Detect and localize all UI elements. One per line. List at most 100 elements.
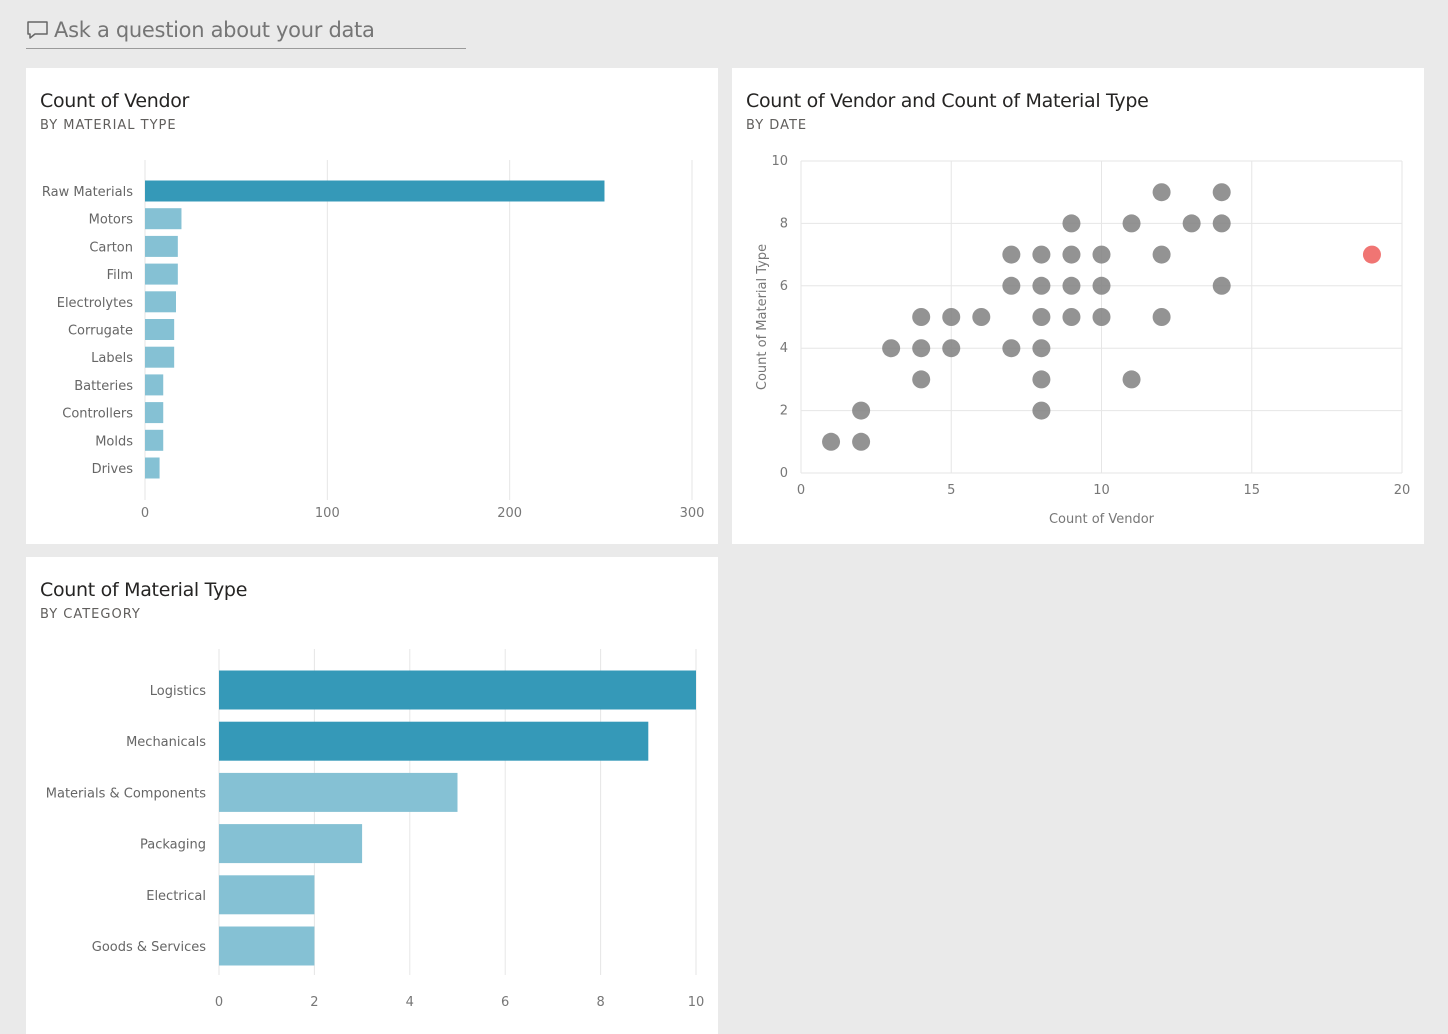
x-tick-label: 0 — [797, 483, 805, 498]
category-label: Goods & Services — [92, 940, 206, 955]
bar — [219, 670, 696, 710]
qa-input[interactable] — [54, 18, 454, 42]
bar — [145, 319, 175, 340]
scatter-point — [1122, 370, 1141, 389]
category-label: Molds — [95, 434, 133, 449]
x-tick-label: 0 — [141, 506, 149, 521]
category-label: Motors — [89, 213, 134, 228]
bar — [145, 263, 178, 285]
scatter-point — [942, 308, 961, 326]
x-tick-label: 10 — [1093, 483, 1110, 498]
x-tick-label: 200 — [497, 506, 522, 521]
scatter-point — [1152, 183, 1171, 202]
scatter-point — [912, 308, 931, 326]
scatter-point — [1152, 245, 1171, 264]
bar — [145, 208, 182, 230]
scatter-chart: 0 5 10 15 20 0 2 4 6 8 10 Count of Vendor Count of M… — [755, 154, 1411, 527]
scatter-point — [942, 339, 961, 358]
y-tick-label: 0 — [780, 466, 788, 481]
x-tick-label: 8 — [596, 995, 604, 1010]
scatter-point — [1092, 245, 1111, 264]
scatter-point — [852, 401, 871, 420]
category-label: Carton — [89, 240, 133, 255]
x-tick-label: 4 — [406, 995, 414, 1010]
bar — [219, 772, 458, 812]
scatter-point — [1212, 183, 1231, 202]
qa-bar[interactable] — [26, 12, 466, 49]
scatter-point — [1092, 308, 1111, 326]
category-label: Materials & Components — [46, 786, 206, 801]
category-label: Electrolytes — [57, 296, 133, 311]
x-tick-label: 6 — [501, 995, 509, 1010]
bar — [219, 875, 315, 915]
x-tick-label: 15 — [1243, 483, 1260, 498]
category-label: Controllers — [62, 407, 133, 422]
scatter-point — [1062, 214, 1081, 233]
category-label: Corrugate — [68, 324, 133, 339]
tile-vendor-material-by-date[interactable]: Count of Vendor and Count of Material Ty… — [732, 68, 1424, 544]
y-tick-label: 10 — [771, 154, 788, 169]
scatter-point — [1032, 245, 1051, 264]
scatter-point — [1002, 339, 1021, 358]
bar — [145, 291, 176, 313]
tile-vendor-by-material[interactable]: Count of Vendor BY MATERIAL TYPE 0 100 200… — [26, 68, 718, 544]
x-tick-label: 300 — [680, 506, 705, 521]
scatter-point — [1062, 245, 1081, 264]
scatter-point — [1122, 214, 1141, 233]
x-tick-label: 5 — [947, 483, 955, 498]
bar — [219, 721, 649, 761]
category-label: Labels — [91, 351, 133, 366]
y-axis-title: Count of Material Type — [755, 244, 770, 390]
bar — [145, 457, 160, 479]
scatter-point — [1032, 276, 1051, 295]
scatter-point — [882, 339, 901, 358]
scatter-point — [822, 432, 841, 451]
x-tick-label: 2 — [310, 995, 318, 1010]
scatter-point — [1062, 276, 1081, 295]
category-label: Drives — [92, 462, 134, 477]
scatter-point — [1032, 308, 1051, 326]
scatter-point — [1182, 214, 1201, 233]
x-tick-label: 10 — [688, 995, 705, 1010]
bar — [145, 235, 178, 257]
bar-chart-material: 0 2 4 6 8 10 Logistics Mechanicals Materials & C… — [46, 649, 705, 1010]
scatter-point — [912, 370, 931, 389]
scatter-point — [1092, 276, 1111, 295]
scatter-point — [912, 339, 931, 358]
category-label: Electrical — [146, 889, 206, 904]
bar — [219, 926, 315, 966]
scatter-point — [1062, 308, 1081, 326]
y-tick-label: 2 — [780, 404, 788, 419]
category-label: Batteries — [74, 379, 133, 394]
x-tick-label: 100 — [315, 506, 340, 521]
chat-bubble-icon — [27, 21, 48, 39]
scatter-point — [852, 432, 871, 451]
scatter-point — [1152, 308, 1171, 326]
bar — [145, 374, 164, 396]
bar — [145, 429, 164, 451]
y-tick-label: 8 — [780, 216, 788, 231]
scatter-point — [972, 308, 991, 326]
scatter-point — [1032, 339, 1051, 358]
bar — [145, 180, 605, 202]
category-label: Packaging — [140, 838, 206, 853]
y-tick-label: 6 — [780, 279, 788, 294]
scatter-point — [1212, 276, 1231, 295]
scatter-point — [1002, 245, 1021, 264]
scatter-point — [1002, 276, 1021, 295]
x-axis-title: Count of Vendor — [1049, 512, 1155, 527]
bar — [219, 824, 363, 864]
category-label: Mechanicals — [126, 735, 206, 750]
category-label: Raw Materials — [42, 185, 133, 200]
x-tick-label: 20 — [1394, 483, 1411, 498]
scatter-point — [1032, 370, 1051, 389]
bar-chart-vendor: 0 100 200 300 Raw Materials Motors Carton Film E… — [42, 160, 705, 521]
scatter-point — [1032, 401, 1051, 420]
category-label: Logistics — [150, 684, 206, 699]
bar — [145, 346, 175, 368]
y-tick-label: 4 — [780, 341, 788, 356]
tile-material-by-category[interactable]: Count of Material Type BY CATEGORY 02468… — [26, 557, 718, 1034]
bar — [145, 402, 164, 424]
x-tick-label: 0 — [215, 995, 223, 1010]
scatter-point-highlighted — [1362, 245, 1381, 264]
